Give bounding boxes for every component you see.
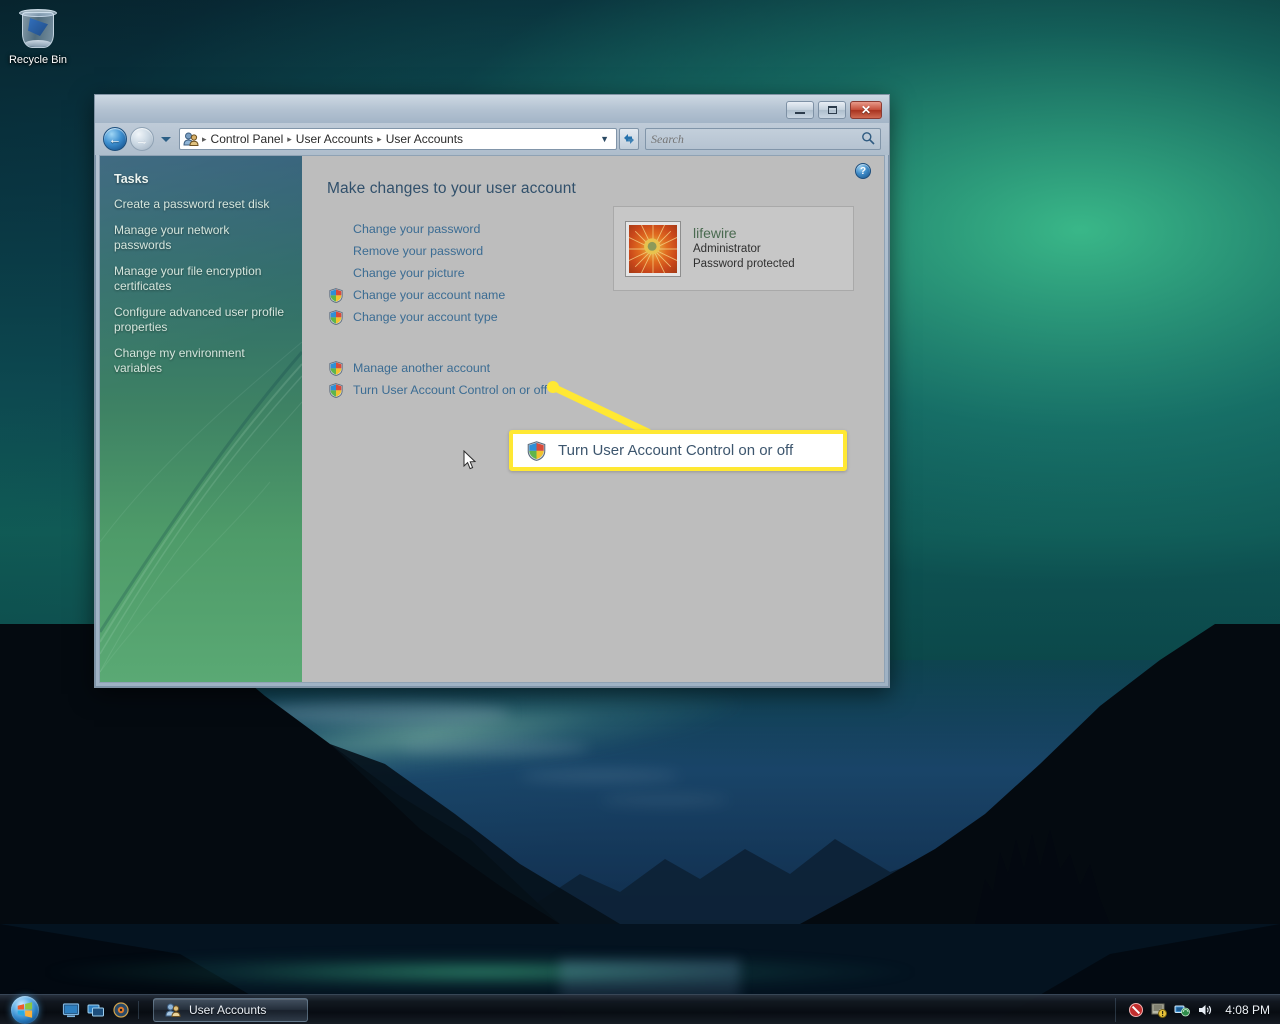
recycle-bin-icon (14, 4, 62, 52)
user-accounts-icon (183, 131, 199, 147)
taskbar-task-list: User Accounts (153, 997, 308, 1022)
clock[interactable]: 4:08 PM (1225, 1003, 1270, 1017)
navigation-bar: ← → ▸ Control Panel ▸ User Accounts ▸ Us… (95, 123, 889, 155)
refresh-button[interactable] (619, 128, 639, 150)
page-title: Make changes to your user account (327, 180, 576, 197)
taskbar-button-label: User Accounts (189, 1002, 267, 1017)
security-alert-icon[interactable] (1128, 1002, 1144, 1018)
address-dropdown-icon[interactable]: ▼ (600, 134, 613, 144)
wallpaper-lake-glow (40, 950, 920, 994)
link-change-your-account-name[interactable]: Change your account name (329, 284, 659, 306)
show-desktop-icon[interactable] (62, 1001, 80, 1019)
tasks-sidebar: Tasks Create a password reset disk Manag… (100, 156, 302, 682)
uac-shield-icon (329, 360, 343, 376)
link-label: Change your picture (353, 266, 465, 280)
start-button[interactable] (0, 995, 50, 1024)
maximize-button[interactable] (818, 101, 846, 119)
link-label: Manage another account (353, 361, 491, 375)
mouse-cursor (463, 449, 477, 471)
link-change-your-picture[interactable]: Change your picture (329, 262, 659, 284)
link-label: Turn User Account Control on or off (353, 383, 548, 397)
forward-button[interactable]: → (130, 127, 154, 151)
window-titlebar[interactable]: ✕ (95, 95, 889, 123)
callout-text: Turn User Account Control on or off (558, 442, 794, 459)
media-player-icon[interactable] (112, 1001, 130, 1019)
link-label: Remove your password (353, 244, 484, 258)
sidebar-item-change-my-environment-variables[interactable]: Change my environment variables (114, 346, 288, 376)
recent-pages-dropdown-icon[interactable] (159, 133, 172, 146)
link-group-separator (329, 328, 659, 357)
callout-highlight-box: Turn User Account Control on or off (509, 430, 847, 471)
volume-icon[interactable] (1197, 1002, 1213, 1018)
link-label: Change your account type (353, 310, 498, 324)
link-label: Change your account name (353, 288, 506, 302)
sidebar-title: Tasks (114, 172, 149, 186)
account-protection-status: Password protected (693, 258, 795, 270)
shield-slot (329, 309, 353, 325)
link-label: Change your password (353, 222, 481, 236)
taskbar-button-user-accounts[interactable]: User Accounts (153, 997, 308, 1022)
breadcrumb-control-panel[interactable]: Control Panel (208, 132, 287, 146)
account-actions-list: Change your password Remove your passwor… (329, 218, 659, 401)
window-controls: ✕ (786, 101, 882, 119)
link-remove-your-password[interactable]: Remove your password (329, 240, 659, 262)
sidebar-item-manage-file-encryption-certificates[interactable]: Manage your file encryption certificates (114, 264, 288, 294)
sidebar-item-create-password-reset-disk[interactable]: Create a password reset disk (114, 197, 288, 212)
search-icon (861, 131, 875, 148)
uac-shield-icon (329, 382, 343, 398)
back-button[interactable]: ← (103, 127, 127, 151)
window-body: Tasks Create a password reset disk Manag… (99, 155, 885, 683)
desktop-icon-recycle-bin[interactable]: Recycle Bin (6, 4, 70, 67)
shield-slot (329, 382, 353, 398)
minimize-button[interactable] (786, 101, 814, 119)
switch-windows-icon[interactable] (87, 1001, 105, 1019)
account-role: Administrator (693, 243, 761, 255)
uac-shield-icon (527, 440, 546, 461)
breadcrumb-user-accounts-2[interactable]: User Accounts (383, 132, 466, 146)
account-info: lifewire Administrator Password protecte… (693, 225, 795, 272)
windows-orb-icon (11, 995, 39, 1024)
action-center-icon[interactable] (1151, 1002, 1168, 1018)
address-bar[interactable]: ▸ Control Panel ▸ User Accounts ▸ User A… (179, 128, 617, 150)
content-pane: ? Make changes to your user account life… (302, 156, 884, 682)
link-change-your-password[interactable]: Change your password (329, 218, 659, 240)
system-tray: 4:08 PM (1115, 997, 1280, 1022)
sidebar-item-manage-network-passwords[interactable]: Manage your network passwords (114, 223, 288, 253)
help-icon[interactable]: ? (855, 163, 871, 179)
user-accounts-icon (165, 1002, 181, 1018)
uac-shield-icon (329, 287, 343, 303)
breadcrumb-user-accounts-1[interactable]: User Accounts (293, 132, 376, 146)
network-icon[interactable] (1174, 1002, 1191, 1018)
shield-slot (329, 360, 353, 376)
search-input[interactable] (651, 131, 861, 147)
search-box[interactable] (645, 128, 881, 150)
sidebar-swoosh-decoration (100, 342, 302, 673)
link-change-your-account-type[interactable]: Change your account type (329, 306, 659, 328)
desktop-icon-label: Recycle Bin (8, 54, 68, 66)
sidebar-item-configure-advanced-user-profile-properties[interactable]: Configure advanced user profile properti… (114, 305, 288, 335)
uac-shield-icon (329, 309, 343, 325)
taskbar: User Accounts 4:08 PM (0, 994, 1280, 1024)
shield-slot (329, 287, 353, 303)
link-manage-another-account[interactable]: Manage another account (329, 357, 659, 379)
desktop[interactable]: Recycle Bin ✕ ← → ▸ Control Panel ▸ User… (0, 0, 1280, 1024)
user-accounts-window[interactable]: ✕ ← → ▸ Control Panel ▸ User Accounts ▸ … (94, 94, 890, 688)
account-name: lifewire (693, 225, 737, 241)
close-button[interactable]: ✕ (850, 101, 882, 119)
link-turn-user-account-control-on-or-off[interactable]: Turn User Account Control on or off (329, 379, 659, 401)
sidebar-content: Tasks Create a password reset disk Manag… (100, 156, 302, 376)
quick-launch-bar (62, 1000, 139, 1019)
